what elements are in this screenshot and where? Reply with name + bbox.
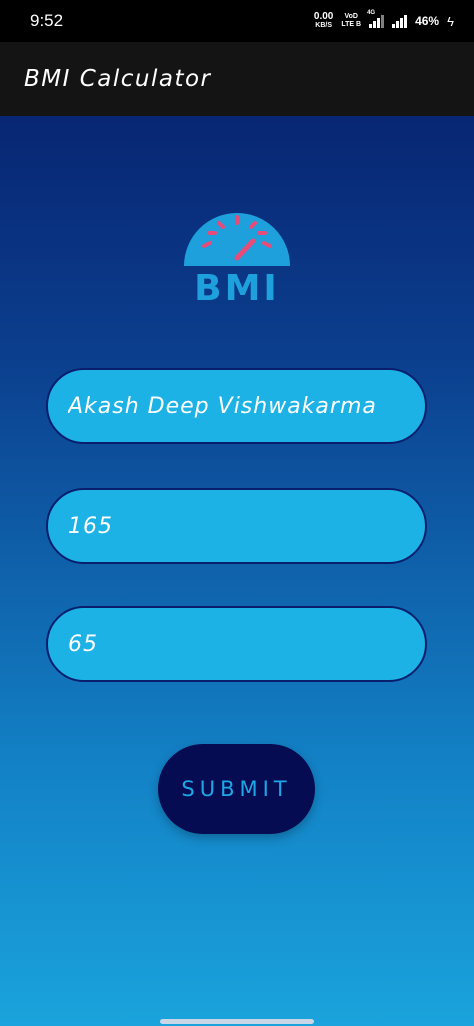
signal-4g-icon: 4G <box>367 10 385 28</box>
gesture-nav-handle[interactable] <box>160 1019 314 1024</box>
lightning-bolt-icon: ϟ <box>447 13 454 29</box>
logo-text: BMI <box>194 268 280 306</box>
submit-button[interactable]: SUBMIT <box>158 744 315 834</box>
network-speed: 0.00 KB/S <box>314 12 333 30</box>
app-title: BMI Calculator <box>24 66 212 92</box>
signal-icon <box>392 14 408 28</box>
network-tag: 4G <box>367 10 376 16</box>
bmi-logo-icon: BMI <box>184 213 290 306</box>
network-speed-value: 0.00 <box>313 11 334 22</box>
name-input[interactable] <box>46 368 427 444</box>
app-bar: BMI Calculator <box>0 42 474 116</box>
status-icons: 0.00 KB/S VoD LTE B 4G 46% ϟ <box>314 10 454 30</box>
status-bar: 9:52 0.00 KB/S VoD LTE B 4G 46% ϟ <box>0 0 474 42</box>
weight-input[interactable] <box>46 606 427 682</box>
status-time: 9:52 <box>30 11 64 30</box>
volte-top: VoD <box>344 13 358 20</box>
height-input[interactable] <box>46 488 427 564</box>
volte-bottom: LTE B <box>341 21 362 28</box>
battery-level: 46% <box>415 14 440 28</box>
volte-indicator: VoD LTE B <box>341 13 361 29</box>
network-speed-unit: KB/S <box>315 22 332 29</box>
